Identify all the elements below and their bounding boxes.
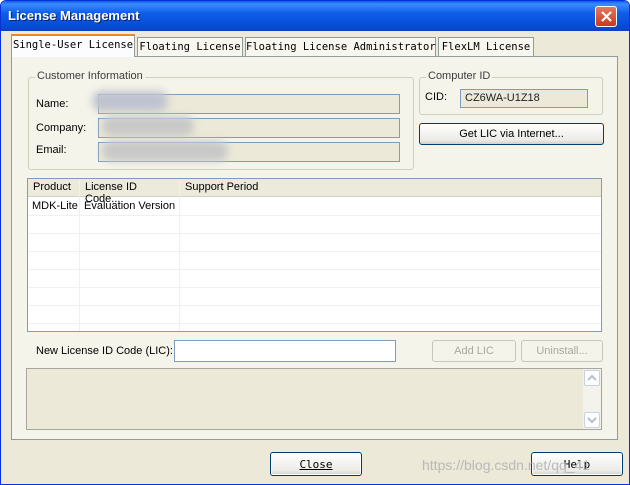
company-label: Company: [36,122,87,134]
empty-row [28,234,601,252]
tab-floating-license[interactable]: Floating License [137,37,243,57]
email-label: Email: [36,144,67,156]
add-lic-button[interactable]: Add LIC [432,340,516,362]
uninstall-button[interactable]: Uninstall... [521,340,603,362]
window-title: License Management [8,8,140,23]
vertical-scrollbar[interactable] [583,369,601,429]
tab-label: Floating License Administrator [246,41,436,53]
empty-row [28,306,601,324]
tab-label: Floating License [139,41,241,53]
empty-row [28,288,601,306]
tab-floating-license-administrator[interactable]: Floating License Administrator [245,37,436,57]
close-icon [601,11,612,22]
column-header-license-id-code[interactable]: License ID Code... [79,179,179,205]
window-close-button[interactable] [595,6,617,27]
license-list[interactable]: Product License ID Code... Support Perio… [27,178,602,332]
name-label: Name: [36,98,69,110]
column-header-support-period[interactable]: Support Period [179,179,601,197]
tab-label: Single-User License [12,39,134,51]
product-cell: MDK-Lite [32,200,78,212]
close-button[interactable]: Close [270,452,362,476]
new-lic-input[interactable] [174,340,396,362]
title-bar[interactable]: License Management [1,1,629,31]
column-header-product[interactable]: Product [28,179,79,197]
license-management-window: License Management Single-User License F… [0,0,630,485]
cid-label: CID: [425,91,447,103]
get-lic-via-internet-button[interactable]: Get LIC via Internet... [419,123,604,145]
cid-field[interactable]: CZ6WA-U1Z18 [460,89,588,108]
license-id-cell: Evaluation Version [84,200,176,212]
redacted-name [92,91,168,111]
chevron-up-icon [587,374,597,381]
empty-row [28,252,601,270]
redacted-company [102,116,194,136]
tab-single-user-license[interactable]: Single-User License [11,34,135,57]
watermark-text: https://blog.csdn.net/qq_41 [422,457,591,473]
chevron-down-icon [587,417,597,424]
tab-flexlm-license[interactable]: FlexLM License [438,37,534,57]
table-row[interactable]: MDK-Lite Evaluation Version [28,198,601,216]
redacted-email [102,141,228,161]
output-textarea[interactable] [26,368,602,430]
customer-information-title: Customer Information [35,70,145,82]
scroll-down-button[interactable] [584,412,600,428]
computer-id-title: Computer ID [426,70,493,82]
scroll-up-button[interactable] [584,370,600,386]
new-lic-label: New License ID Code (LIC): [36,345,173,357]
empty-row [28,216,601,234]
empty-row [28,270,601,288]
tab-label: FlexLM License [441,41,531,53]
